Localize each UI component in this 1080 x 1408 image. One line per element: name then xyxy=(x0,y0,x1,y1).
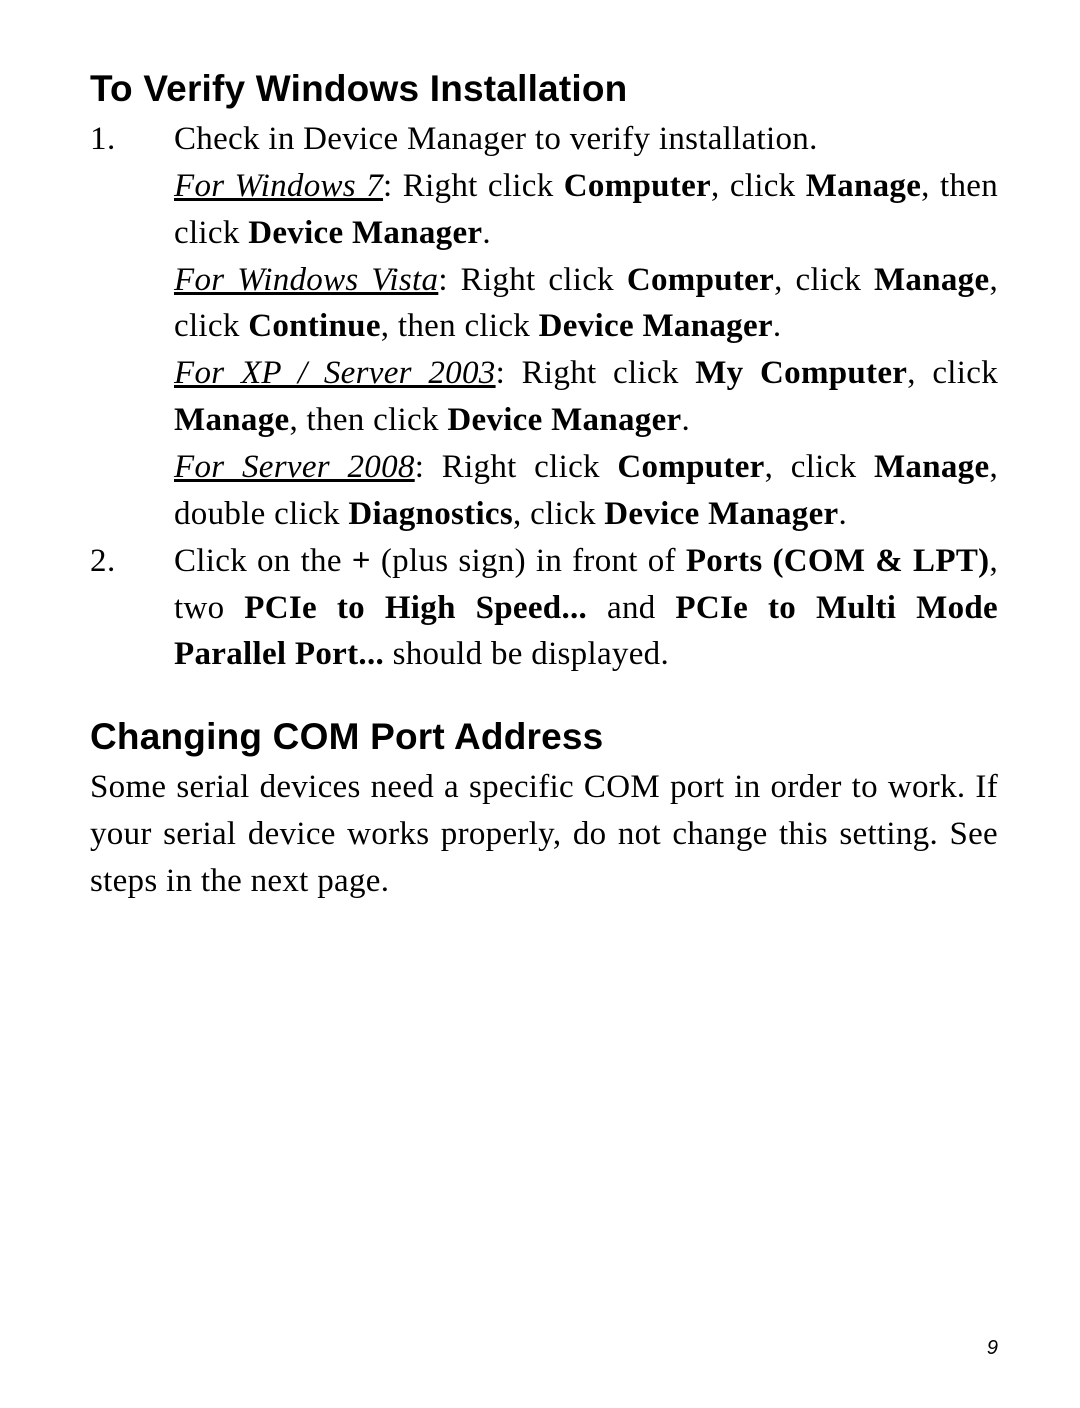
step-1-intro: Check in Device Manager to verify instal… xyxy=(174,116,998,163)
os-label-server2008: For Server 2008 xyxy=(174,449,415,485)
step-2-text: Click on the + (plus sign) in front of P… xyxy=(174,538,998,679)
step-1-server2008: For Server 2008: Right click Computer, c… xyxy=(174,444,998,538)
page-number: 9 xyxy=(987,1337,998,1360)
section-changing-com: Changing COM Port Address Some serial de… xyxy=(90,716,998,905)
step-2: Click on the + (plus sign) in front of P… xyxy=(90,538,998,679)
step-2-content: Click on the + (plus sign) in front of P… xyxy=(174,538,998,679)
heading-verify-install: To Verify Windows Installation xyxy=(90,68,998,110)
os-label-xp: For XP / Server 2003 xyxy=(174,355,496,391)
steps-list: Check in Device Manager to verify instal… xyxy=(90,116,998,678)
step-1-win7: For Windows 7: Right click Computer, cli… xyxy=(174,163,998,257)
changing-com-intro: Some serial devices need a specific COM … xyxy=(90,764,998,905)
os-label-win7: For Windows 7 xyxy=(174,168,383,204)
step-1-content: Check in Device Manager to verify instal… xyxy=(174,116,998,538)
step-1-vista: For Windows Vista: Right click Computer,… xyxy=(174,257,998,351)
step-1-xp: For XP / Server 2003: Right click My Com… xyxy=(174,350,998,444)
os-label-vista: For Windows Vista xyxy=(174,262,438,298)
document-page: To Verify Windows Installation Check in … xyxy=(0,0,1080,945)
heading-changing-com: Changing COM Port Address xyxy=(90,716,998,758)
step-1: Check in Device Manager to verify instal… xyxy=(90,116,998,538)
